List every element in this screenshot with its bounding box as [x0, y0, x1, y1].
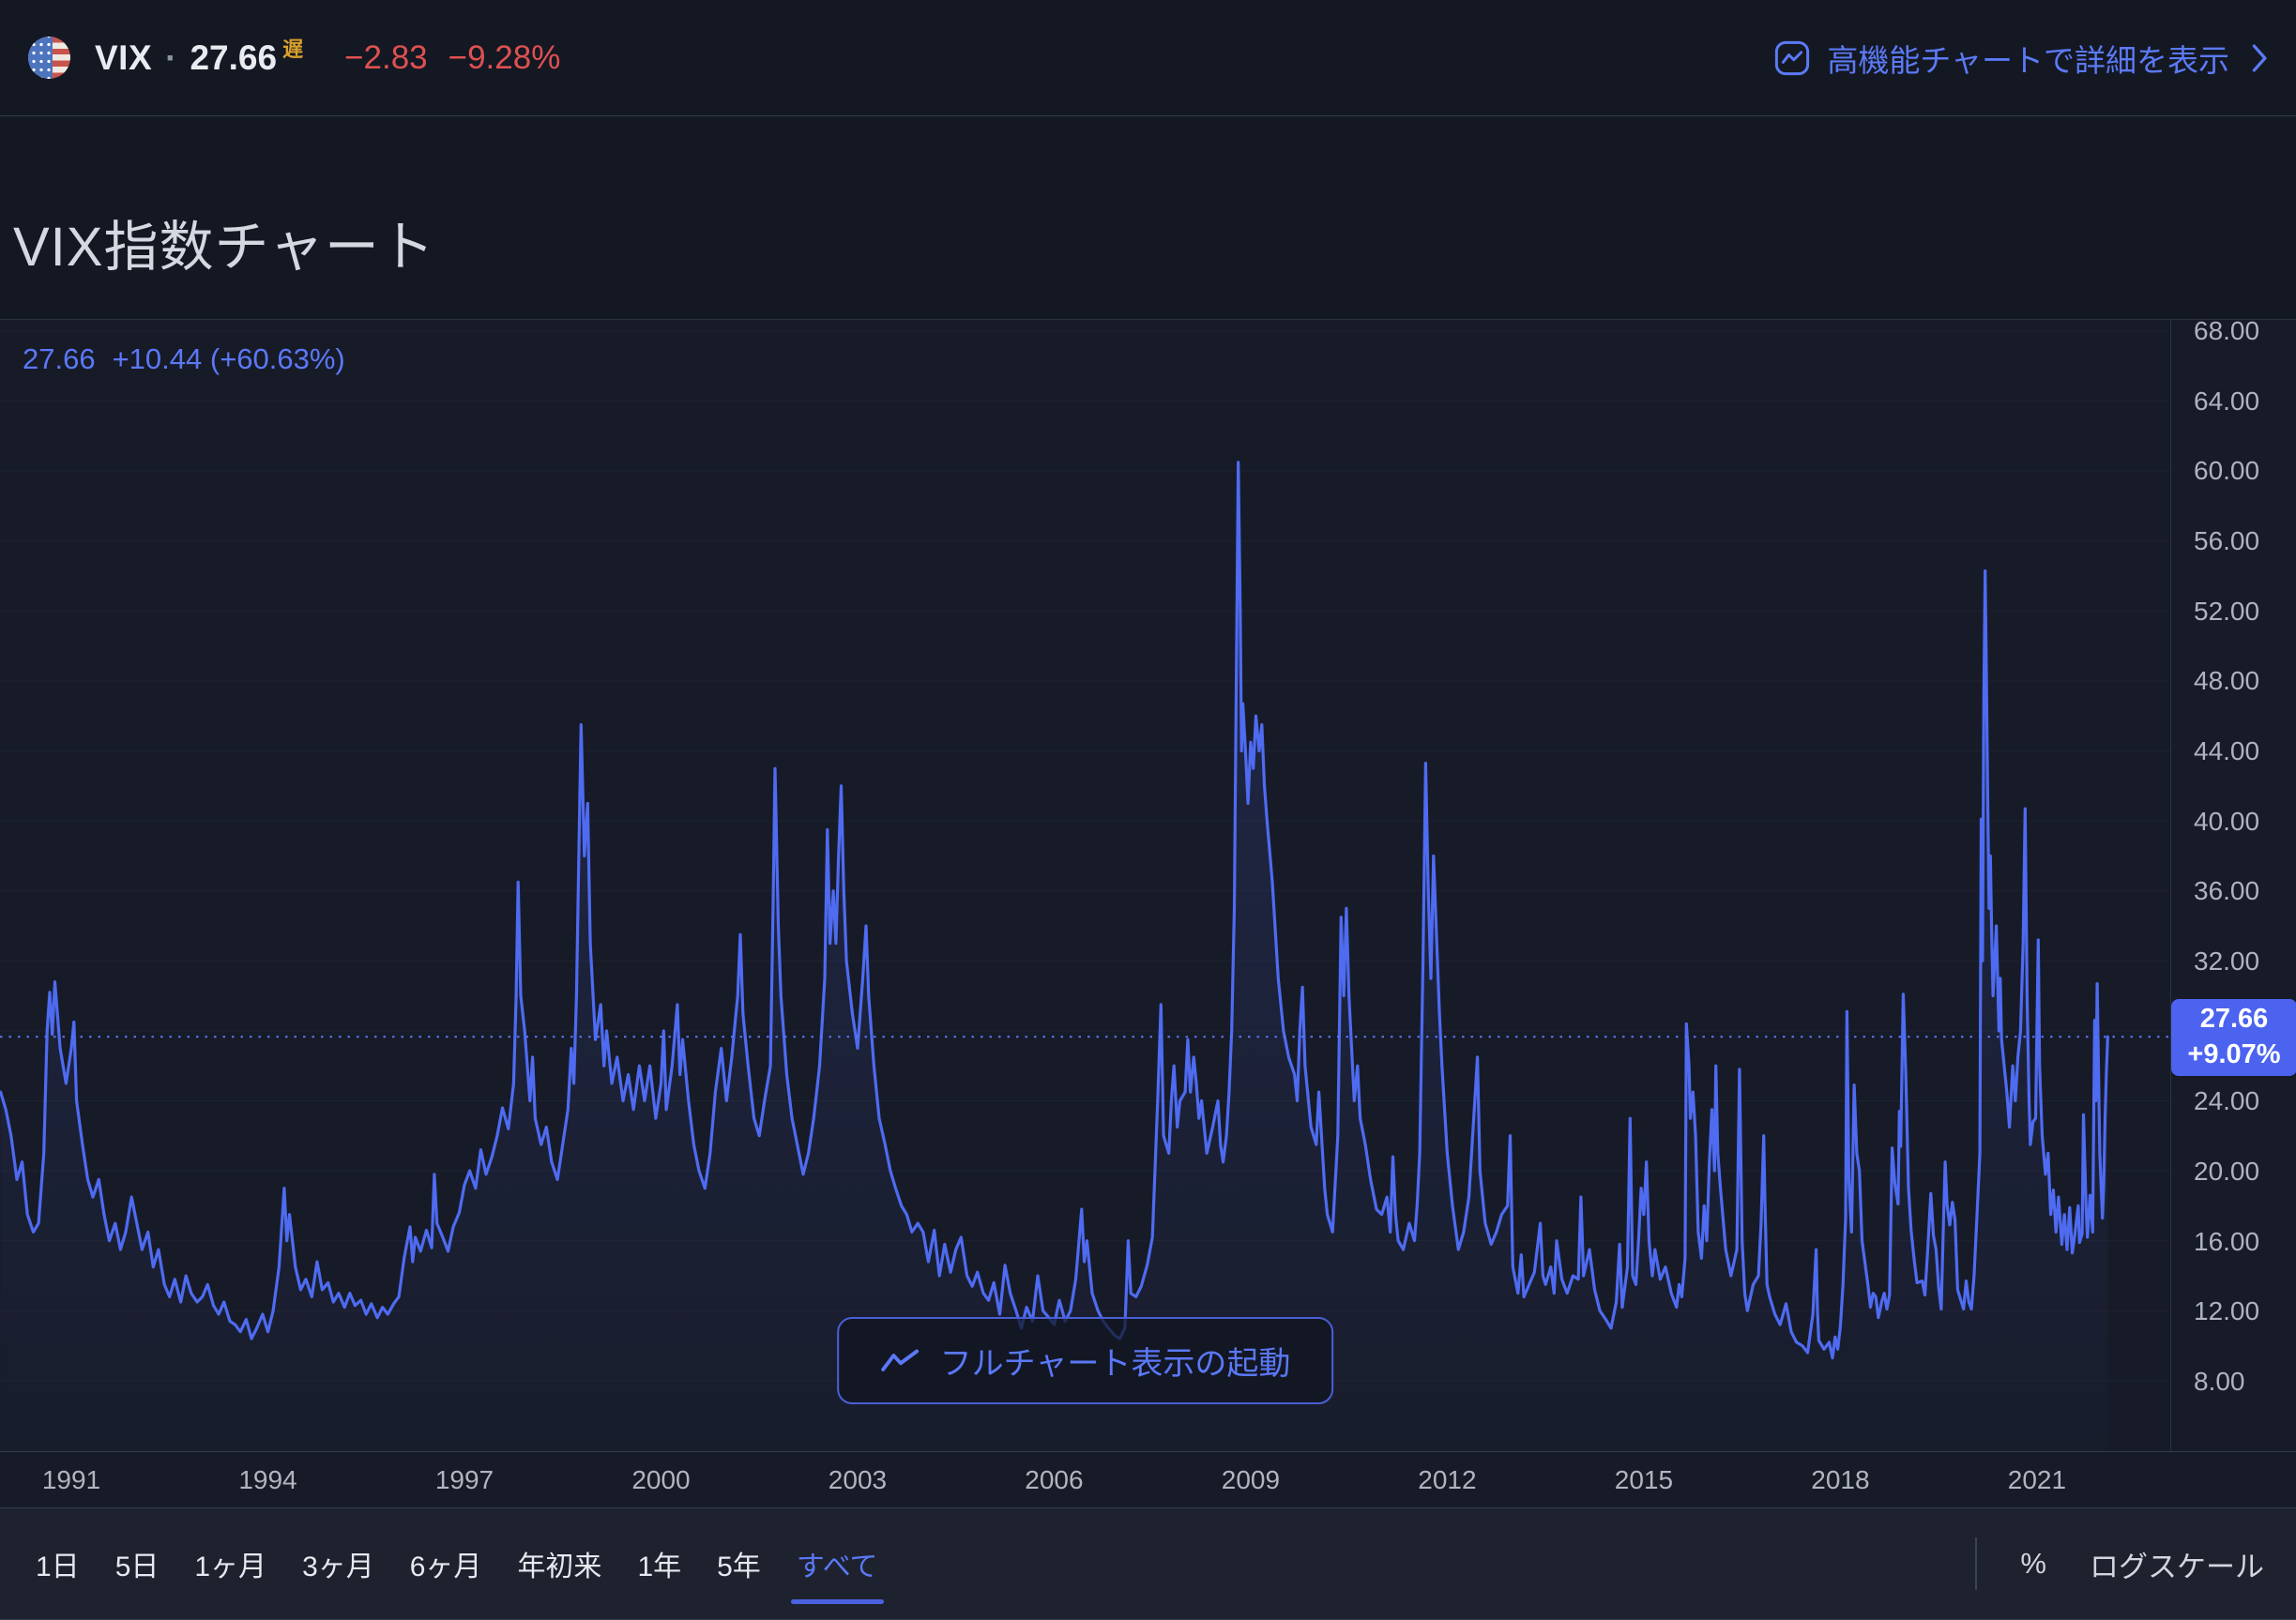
x-axis-label: 2000: [631, 1465, 690, 1495]
vix-line-chart: [0, 320, 2170, 1451]
range-toolbar: 1日 5日 1ヶ月 3ヶ月 6ヶ月 年初来 1年 5年 すべて % ログスケール: [0, 1508, 2296, 1620]
price-tag-value: 27.66: [2200, 1002, 2269, 1037]
y-axis-label: 32.00: [2194, 946, 2259, 977]
range-5d[interactable]: 5日: [112, 1508, 163, 1619]
log-scale-toggle[interactable]: ログスケール: [2090, 1543, 2264, 1585]
y-axis-label: 44.00: [2194, 736, 2259, 766]
price-axis: 27.66 +9.07% 68.0064.0060.0056.0052.0048…: [2170, 320, 2296, 1451]
current-price: 27.66: [190, 38, 277, 78]
chart-plot-area[interactable]: 27.66 +10.44 (+60.63%) フルチャート表示の起動: [0, 320, 2170, 1451]
y-axis-label: 20.00: [2194, 1157, 2259, 1187]
x-axis-label: 1997: [435, 1465, 494, 1495]
x-axis-label: 1991: [42, 1465, 100, 1495]
advanced-chart-link-label: 高機能チャートで詳細を表示: [1827, 36, 2229, 81]
x-axis-label: 1994: [238, 1465, 297, 1495]
price-tag-percent: +9.07%: [2187, 1037, 2280, 1073]
legend-change: +10.44 (+60.63%): [113, 342, 345, 376]
x-axis-label: 2021: [2008, 1465, 2066, 1495]
launch-full-chart-label: フルチャート表示の起動: [940, 1338, 1291, 1384]
price-change-percent: −9.28%: [449, 39, 561, 77]
range-6m[interactable]: 6ヶ月: [406, 1508, 486, 1619]
y-axis-label: 12.00: [2194, 1296, 2259, 1326]
percent-scale-toggle[interactable]: %: [2020, 1547, 2046, 1581]
page-title: VIX指数チャート: [13, 203, 435, 281]
range-1y[interactable]: 1年: [633, 1508, 685, 1619]
y-axis-label: 60.00: [2194, 456, 2259, 486]
range-buttons: 1日 5日 1ヶ月 3ヶ月 6ヶ月 年初来 1年 5年 すべて: [32, 1508, 882, 1619]
symbol-price-group: VIX · 27.66 遅: [95, 38, 303, 78]
time-axis: 1991 1994 1997 2000 2003 2006 2009 2012 2015 2018…: [0, 1451, 2296, 1508]
range-all[interactable]: すべて: [793, 1508, 882, 1619]
y-axis-label: 64.00: [2194, 386, 2259, 416]
delayed-badge: 遅: [282, 33, 303, 63]
y-axis-label: 40.00: [2194, 807, 2259, 837]
x-axis-label: 2012: [1418, 1465, 1476, 1495]
y-axis-label: 16.00: [2194, 1227, 2259, 1257]
advanced-chart-link[interactable]: 高機能チャートで詳細を表示: [1772, 36, 2268, 81]
chart-legend: 27.66 +10.44 (+60.63%): [23, 342, 345, 376]
header-bar: VIX · 27.66 遅 −2.83 −9.28% 高機能チャートで詳細を表示: [0, 0, 2296, 116]
price-change: −2.83: [344, 39, 428, 77]
y-axis-label: 8.00: [2194, 1367, 2245, 1397]
title-section: VIX指数チャート: [0, 116, 2296, 319]
range-1m[interactable]: 1ヶ月: [190, 1508, 270, 1619]
price-change-group: −2.83 −9.28%: [344, 39, 560, 77]
legend-price: 27.66: [23, 342, 96, 376]
range-5y[interactable]: 5年: [713, 1508, 765, 1619]
us-flag-icon: [28, 37, 70, 79]
chart-container: 27.66 +10.44 (+60.63%) フルチャート表示の起動 27.66…: [0, 319, 2296, 1451]
range-3m[interactable]: 3ヶ月: [298, 1508, 378, 1619]
x-axis-label: 2018: [1811, 1465, 1869, 1495]
y-axis-label: 68.00: [2194, 316, 2259, 346]
series-line: [1, 462, 2108, 1358]
launch-full-chart-button[interactable]: フルチャート表示の起動: [837, 1317, 1334, 1404]
y-axis-label: 52.00: [2194, 597, 2259, 627]
y-axis-label: 24.00: [2194, 1086, 2259, 1116]
y-axis-label: 36.00: [2194, 876, 2259, 906]
separator-dot: ·: [165, 38, 176, 78]
x-axis-label: 2006: [1025, 1465, 1083, 1495]
toolbar-divider: [1975, 1537, 1977, 1590]
y-axis-label: 56.00: [2194, 526, 2259, 556]
range-1d[interactable]: 1日: [32, 1508, 84, 1619]
current-price-tag: 27.66 +9.07%: [2171, 999, 2296, 1076]
pulse-line-icon: [880, 1347, 920, 1375]
range-ytd[interactable]: 年初来: [513, 1508, 605, 1619]
symbol-name: VIX: [95, 38, 152, 78]
chevron-right-icon: [2252, 44, 2268, 72]
vix-chart-widget: VIX · 27.66 遅 −2.83 −9.28% 高機能チャートで詳細を表示…: [0, 0, 2296, 1620]
x-axis-label: 2015: [1615, 1465, 1673, 1495]
y-axis-label: 48.00: [2194, 666, 2259, 696]
x-axis-label: 2003: [829, 1465, 887, 1495]
chart-pulse-icon: [1772, 38, 1812, 78]
x-axis-label: 2009: [1222, 1465, 1280, 1495]
scale-controls: % ログスケール: [1975, 1537, 2264, 1590]
